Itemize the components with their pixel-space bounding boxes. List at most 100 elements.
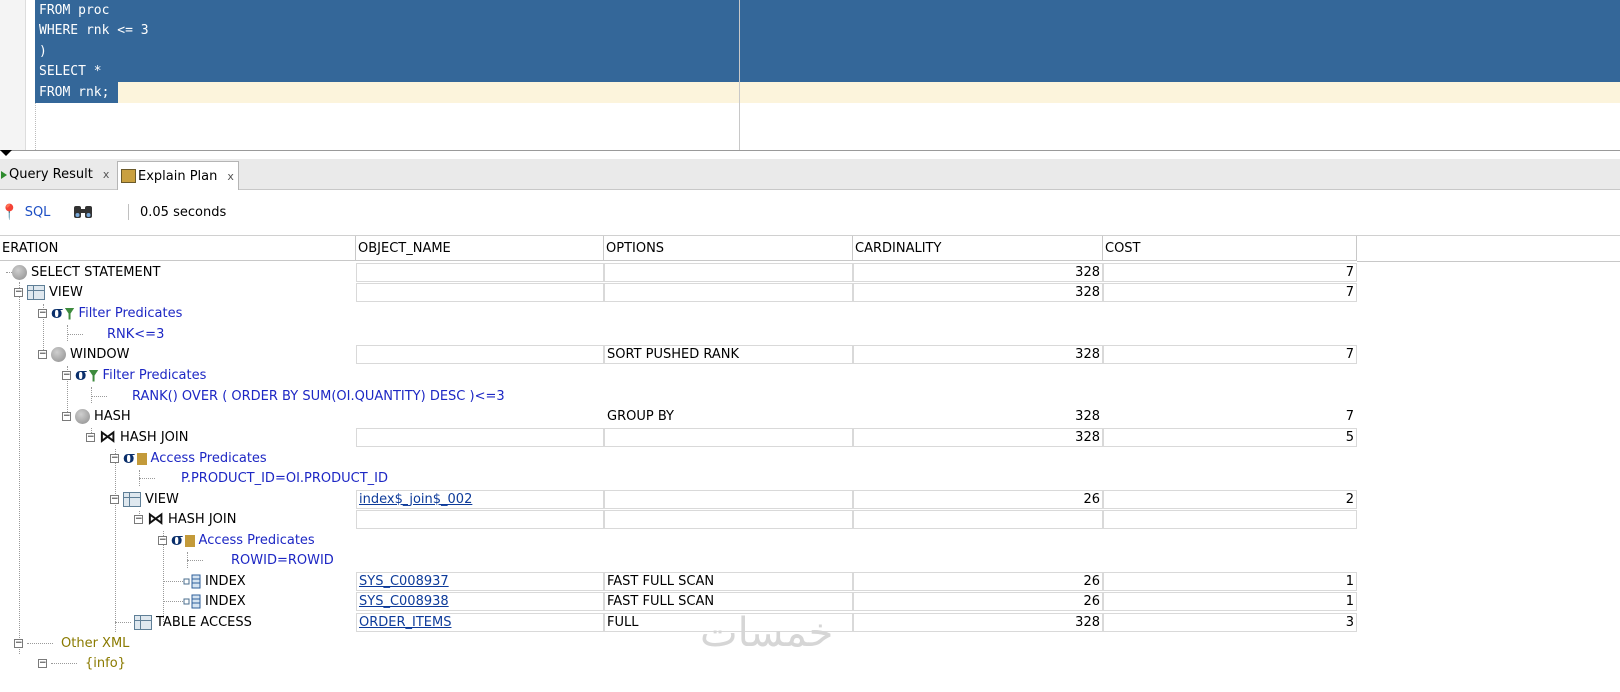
operation-label: WINDOW [70,347,130,362]
options-cell: FAST FULL SCAN [604,572,853,591]
object-name-link[interactable]: SYS_C008937 [356,572,604,591]
plan-row[interactable]: P.PRODUCT_ID=OI.PRODUCT_ID [0,468,1620,489]
plan-row[interactable]: ROWID=ROWID [0,550,1620,571]
tree-node[interactable]: − σ Filter Predicates [38,303,182,324]
predicate-label: Filter Predicates [78,306,183,321]
access-predicate-icon: σ [123,448,136,468]
sql-button[interactable]: 📍 SQL [0,202,50,222]
cardinality-cell: 328 [853,428,1103,447]
code-line[interactable]: FROM proc [39,0,109,21]
options-cell [604,510,853,529]
code-line[interactable]: WHERE rnk <= 3 [39,20,149,41]
tab-query-result[interactable]: Query Result x [0,161,112,188]
code-line[interactable]: FROM rnk; [39,82,109,103]
plan-row[interactable]: − VIEW 328 7 [0,282,1620,303]
cost-cell: 2 [1103,490,1357,509]
tree-node[interactable]: − VIEW [110,489,179,510]
plan-row[interactable]: INDEX SYS_C008938 FAST FULL SCAN 26 1 [0,591,1620,612]
plan-row[interactable]: − σ Filter Predicates [0,303,1620,324]
plan-row[interactable]: − VIEW index$_join$_002 26 2 [0,489,1620,510]
tree-node[interactable]: INDEX [183,571,246,592]
key-icon [184,534,195,547]
view-icon [123,492,141,507]
explain-plan-icon [121,169,136,183]
plan-row[interactable]: − ⋈ HASH JOIN 328 5 [0,427,1620,448]
tree-node[interactable]: − VIEW [14,282,83,303]
tab-label: Explain Plan [138,168,218,184]
plan-row[interactable]: − σ Access Predicates [0,448,1620,469]
collapse-icon[interactable]: − [38,659,47,668]
collapse-icon[interactable]: − [62,412,71,421]
binoculars-icon [74,206,92,218]
tree-node[interactable]: − {info} [38,653,126,674]
column-header-options[interactable]: OPTIONS [604,236,853,261]
tree-node[interactable]: INDEX [183,591,246,612]
plan-row[interactable]: − HASH GROUP BY 328 7 [0,406,1620,427]
object-name-cell [356,345,604,364]
tree-node[interactable]: SELECT STATEMENT [6,262,160,283]
object-name-link[interactable]: SYS_C008938 [356,592,604,611]
collapse-icon[interactable]: − [62,371,71,380]
sql-editor[interactable]: FROM proc WHERE rnk <= 3 ) SELECT * FROM… [0,0,1620,150]
cardinality-cell: 26 [853,572,1103,591]
close-icon[interactable]: x [103,168,110,181]
cardinality-cell: 328 [853,283,1103,302]
column-header-cost[interactable]: COST [1103,236,1357,261]
cost-cell: 1 [1103,592,1357,611]
collapse-icon[interactable]: − [14,288,23,297]
plan-row[interactable]: − WINDOW SORT PUSHED RANK 328 7 [0,344,1620,365]
tree-node[interactable]: − σ Access Predicates [110,448,267,469]
collapse-icon[interactable]: − [110,495,119,504]
column-header-cardinality[interactable]: CARDINALITY [853,236,1103,261]
plan-row[interactable]: − ⋈ HASH JOIN [0,509,1620,530]
tree-node[interactable]: − ⋈ HASH JOIN [86,427,188,448]
predicate-label: Filter Predicates [102,368,207,383]
tree-node[interactable]: − ⋈ HASH JOIN [134,509,236,530]
collapse-icon[interactable]: − [38,350,47,359]
operation-label: INDEX [205,574,246,589]
play-icon [1,170,7,179]
cost-cell: 7 [1103,345,1357,364]
plan-row[interactable]: − σ Access Predicates [0,530,1620,551]
collapse-icon[interactable]: − [158,536,167,545]
collapse-icon[interactable]: − [110,454,119,463]
tab-explain-plan[interactable]: Explain Plan x [117,161,239,190]
collapse-icon[interactable]: − [38,309,47,318]
plan-row[interactable]: − {info} [0,653,1620,674]
plan-row[interactable]: − σ Filter Predicates [0,365,1620,386]
collapse-icon[interactable]: − [86,433,95,442]
operation-label: HASH [94,409,131,424]
plan-row[interactable]: INDEX SYS_C008937 FAST FULL SCAN 26 1 [0,571,1620,592]
tree-node[interactable]: − Other XML [14,633,129,654]
object-name-cell [356,510,604,529]
right-margin-guide [739,0,740,150]
cardinality-cell: 26 [853,592,1103,611]
predicate-expression: RANK() OVER ( ORDER BY SUM(OI.QUANTITY) … [132,389,505,404]
code-line[interactable]: ) [39,41,47,62]
tree-node[interactable]: − σ Access Predicates [158,530,315,551]
key-icon [136,452,147,465]
funnel-icon [64,307,75,320]
collapse-arrow-icon[interactable] [0,150,12,156]
collapse-icon[interactable]: − [134,515,143,524]
cost-cell: 3 [1103,613,1357,632]
object-name-link[interactable]: index$_join$_002 [356,490,604,509]
tree-node[interactable]: TABLE ACCESS [134,612,252,633]
find-button[interactable] [72,202,94,222]
options-cell [604,490,853,509]
xml-info-label: {info} [85,656,126,671]
collapse-icon[interactable]: − [14,639,23,648]
object-name-link[interactable]: ORDER_ITEMS [356,613,604,632]
code-line[interactable]: SELECT * [39,61,102,82]
plan-row[interactable]: RNK<=3 [0,324,1620,345]
plan-row[interactable]: RANK() OVER ( ORDER BY SUM(OI.QUANTITY) … [0,386,1620,407]
column-header-object-name[interactable]: OBJECT_NAME [356,236,604,261]
tree-node[interactable]: − WINDOW [38,344,130,365]
tree-node[interactable]: − σ Filter Predicates [62,365,206,386]
tree-node[interactable]: − HASH [62,406,131,427]
plan-row[interactable]: SELECT STATEMENT 328 7 [0,262,1620,283]
operation-label: HASH JOIN [120,430,189,445]
column-header-operation[interactable]: ERATION [0,236,356,261]
filter-predicate-icon: σ [51,303,64,323]
close-icon[interactable]: x [227,170,234,183]
